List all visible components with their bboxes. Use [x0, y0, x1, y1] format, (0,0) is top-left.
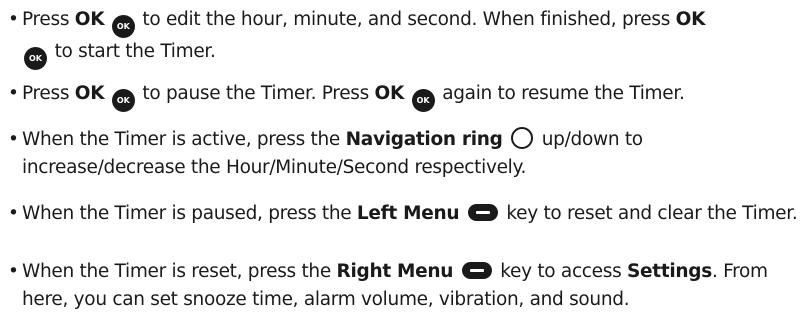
list-item-text: When the Timer is paused, press the Left…: [22, 200, 808, 228]
left-menu-key-icon: [467, 204, 498, 221]
right-menu-label: Right Menu: [336, 261, 454, 282]
list-item: • Press OK OK to edit the hour, minute, …: [8, 6, 808, 70]
list-item: • When the Timer is active, press the Na…: [8, 126, 808, 182]
ok-button-icon: OK: [111, 15, 135, 38]
list-item: • When the Timer is reset, press the Rig…: [8, 258, 808, 314]
list-item: • When the Timer is paused, press the Le…: [8, 200, 808, 228]
item-text: Press: [22, 9, 75, 30]
list-item-text: Press OK OK to pause the Timer. Press OK…: [22, 80, 808, 112]
instruction-list: • Press OK OK to edit the hour, minute, …: [0, 0, 810, 320]
bullet: •: [8, 203, 19, 224]
ok-label: OK: [74, 83, 105, 104]
right-menu-key-icon: [461, 262, 492, 279]
item-text: to pause the Timer. Press: [136, 83, 375, 104]
list-item-text: When the Timer is reset, press the Right…: [22, 258, 808, 314]
item-text: again to resume the Timer.: [436, 83, 685, 104]
item-text: When the Timer is reset, press the: [22, 261, 337, 282]
ok-label: OK: [74, 9, 105, 30]
list-item-text: When the Timer is active, press the Navi…: [22, 126, 808, 182]
list-item-text: Press OK OK to edit the hour, minute, an…: [22, 6, 808, 70]
item-text: key to reset and clear the Timer.: [500, 203, 798, 224]
bullet: •: [8, 261, 19, 282]
ok-button-icon: OK: [411, 89, 435, 112]
ok-label: OK: [675, 9, 706, 30]
bullet: •: [8, 83, 19, 104]
left-menu-label: Left Menu: [356, 203, 460, 224]
item-text: key to access: [494, 261, 628, 282]
ok-button-icon: OK: [24, 47, 47, 70]
settings-label: Settings: [627, 261, 712, 282]
item-text: to start the Timer.: [49, 41, 216, 62]
bullet: •: [8, 129, 19, 150]
navigation-ring-icon: [511, 127, 534, 149]
bullet: •: [8, 9, 19, 30]
ok-label: OK: [374, 83, 405, 104]
ok-button-icon: OK: [111, 89, 135, 112]
item-text: to edit the hour, minute, and second. Wh…: [136, 9, 676, 30]
item-text: When the Timer is paused, press the: [22, 203, 357, 224]
navigation-ring-label: Navigation ring: [345, 129, 503, 150]
list-item: • Press OK OK to pause the Timer. Press …: [8, 80, 808, 112]
item-text: When the Timer is active, press the: [22, 129, 346, 150]
item-text: Press: [22, 83, 75, 104]
